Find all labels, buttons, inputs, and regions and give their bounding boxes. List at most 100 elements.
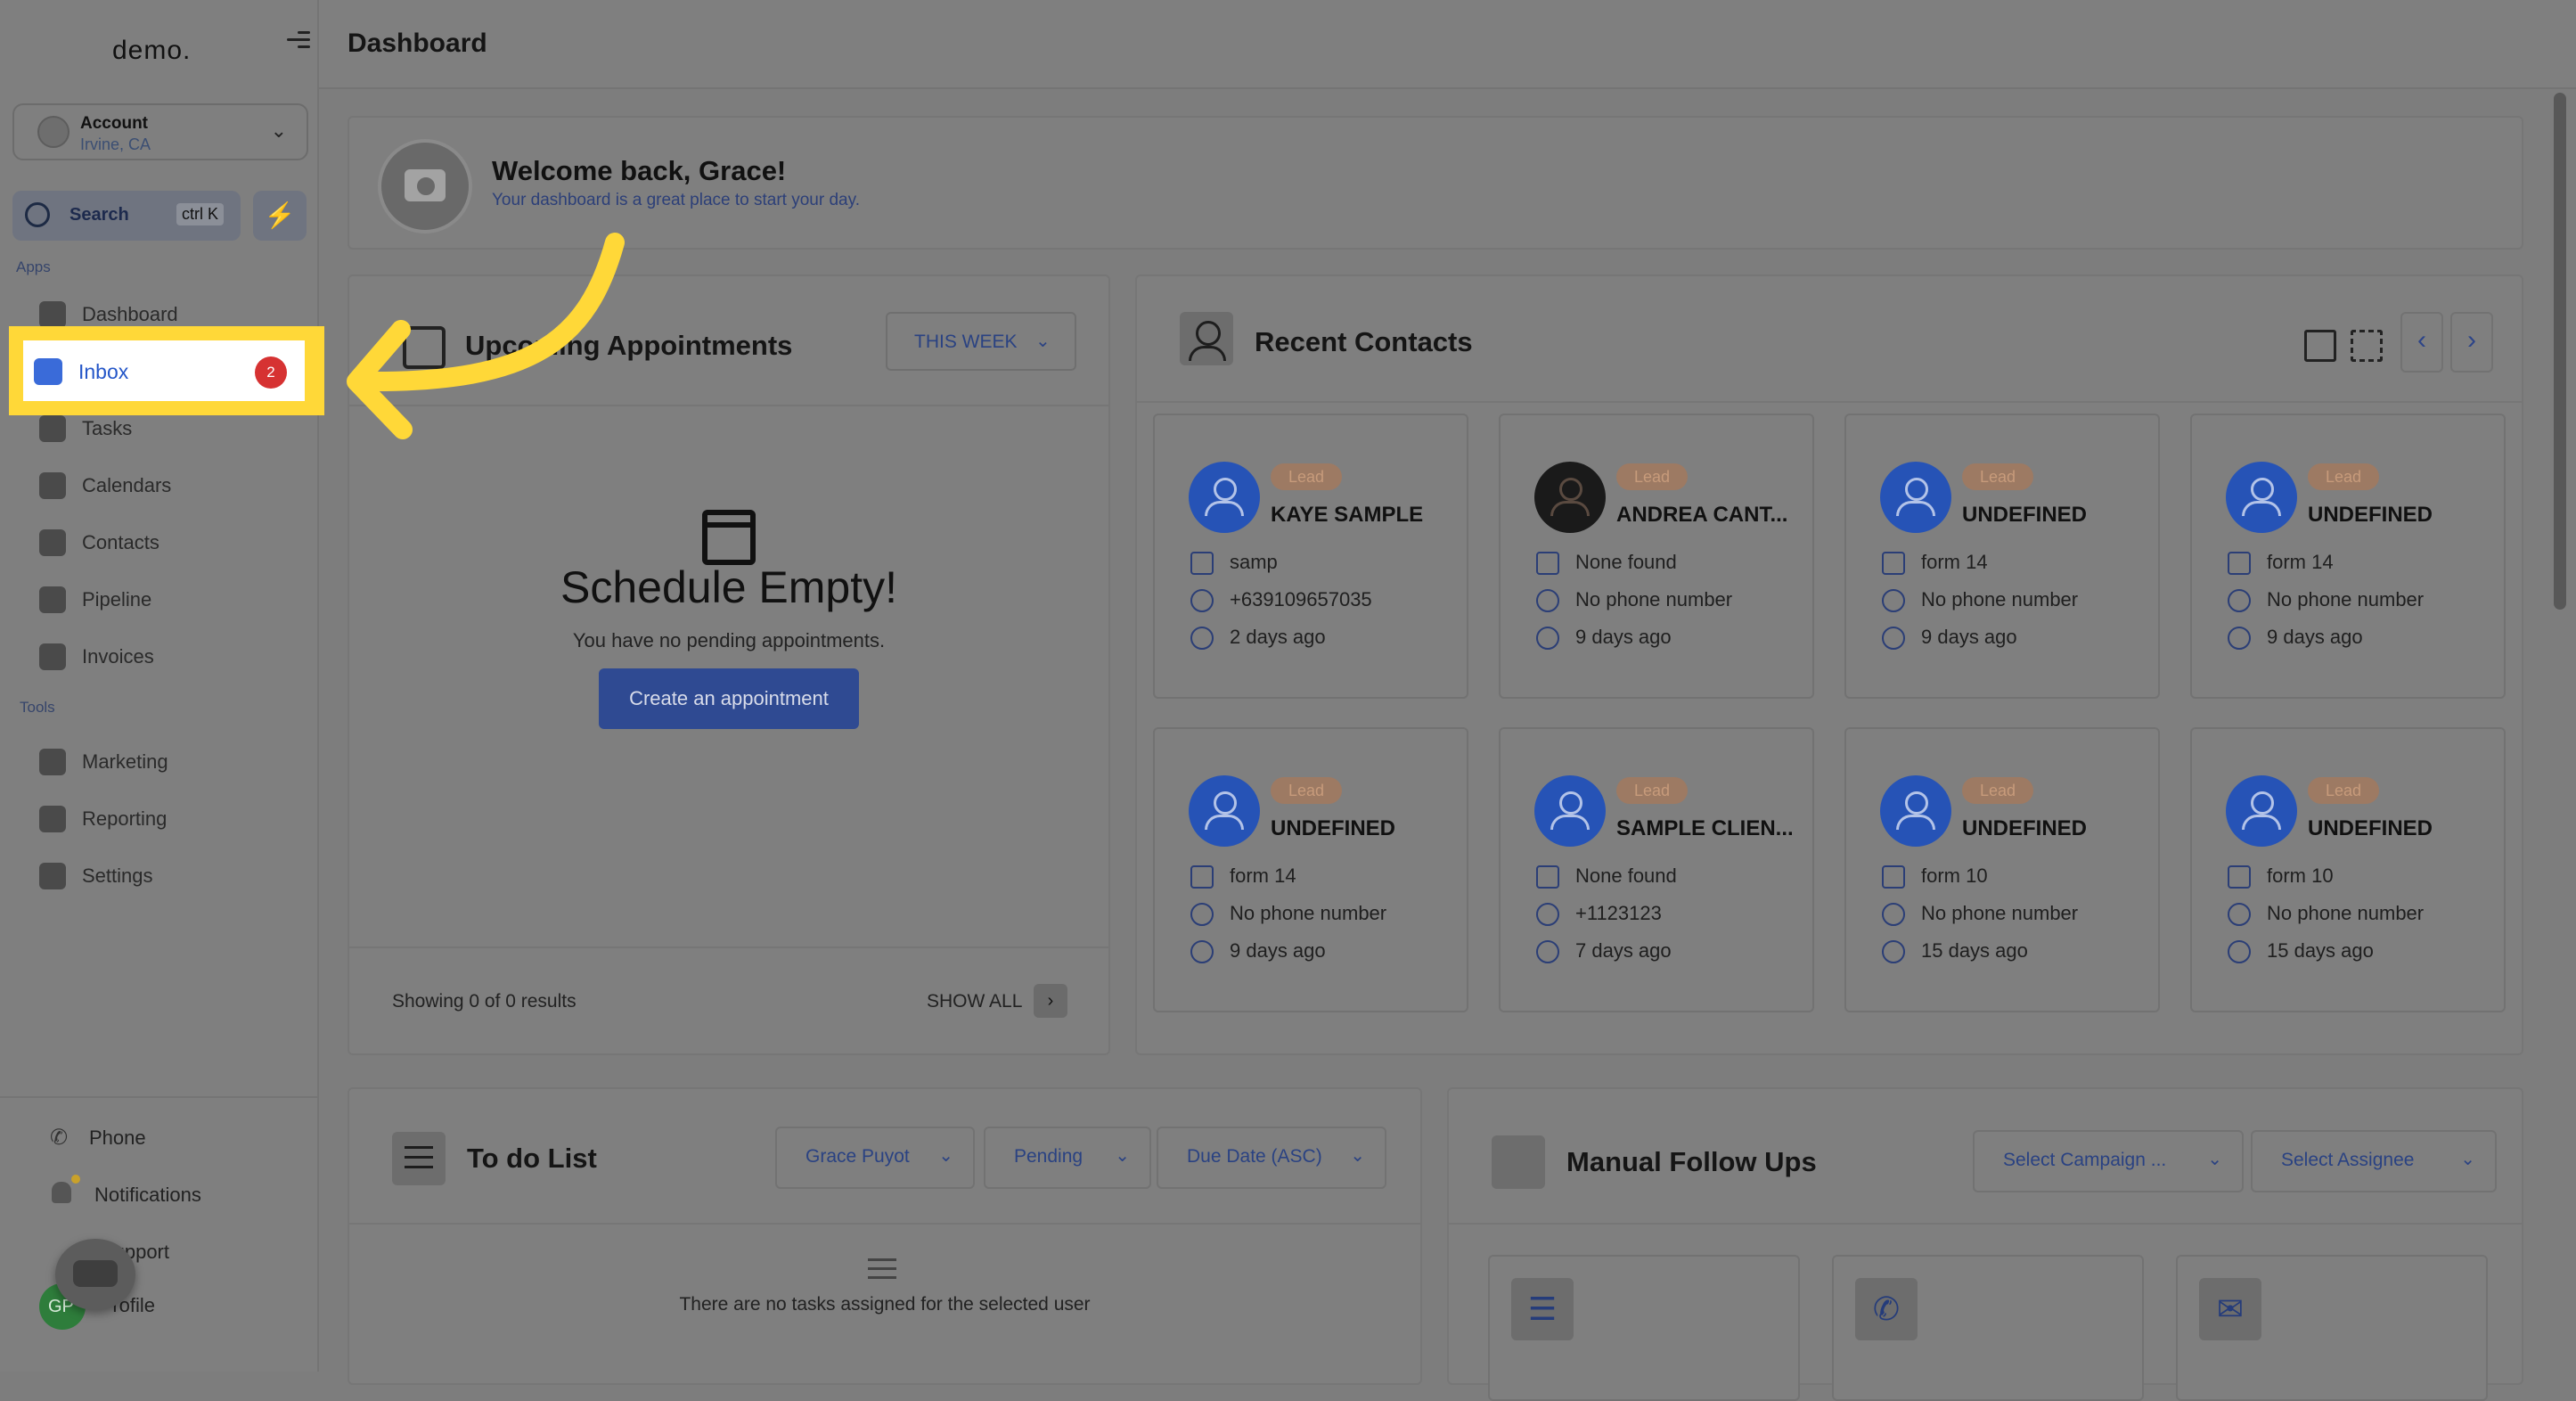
- assignee-filter-dropdown[interactable]: Grace Puyot ⌄: [775, 1127, 975, 1189]
- assignee-select[interactable]: Select Assignee ⌄: [2251, 1130, 2497, 1192]
- sidebar-item-pipeline[interactable]: Pipeline: [39, 581, 307, 617]
- contact-company-row: form 14: [1190, 864, 1296, 889]
- sidebar-item-tasks[interactable]: Tasks: [39, 410, 307, 446]
- contact-phone-row: No phone number: [1882, 588, 2079, 613]
- follow-up-calls-tile[interactable]: ✆: [1832, 1255, 2144, 1401]
- clock-icon: [1536, 940, 1559, 964]
- contact-company: None found: [1575, 864, 1677, 887]
- lead-badge: Lead: [1962, 777, 2033, 804]
- contact-card[interactable]: Lead UNDEFINED form 10 No phone number 15 da…: [2190, 727, 2506, 1012]
- contact-company-row: form 14: [2228, 551, 2334, 576]
- search-button[interactable]: Search ctrl K: [12, 191, 241, 241]
- contact-time-row: 7 days ago: [1536, 939, 1672, 964]
- account-switcher[interactable]: Account Irvine, CA ⌄: [12, 103, 308, 160]
- create-appointment-button[interactable]: Create an appointment: [599, 668, 859, 729]
- todo-card: To do List Grace Puyot ⌄ Pending ⌄ Due Dat…: [348, 1087, 1422, 1385]
- quick-actions-button[interactable]: ⚡: [253, 191, 307, 241]
- status-filter-dropdown[interactable]: Pending ⌄: [984, 1127, 1151, 1189]
- show-all-link[interactable]: SHOW ALL: [927, 991, 1022, 1012]
- clock-icon: [1190, 940, 1214, 964]
- contact-time: 15 days ago: [2267, 939, 2374, 962]
- contact-card[interactable]: Lead UNDEFINED form 10 No phone number 15 da…: [1844, 727, 2160, 1012]
- sort-filter-dropdown[interactable]: Due Date (ASC) ⌄: [1157, 1127, 1386, 1189]
- checklist-icon: [392, 1132, 446, 1185]
- contact-phone-row: +639109657035: [1190, 588, 1372, 613]
- contact-time: 15 days ago: [1921, 939, 2028, 962]
- chat-widget-button[interactable]: [55, 1239, 135, 1310]
- sidebar-item-settings[interactable]: Settings: [39, 857, 307, 893]
- megaphone-icon: [39, 749, 66, 775]
- sidebar-item-label: Calendars: [82, 474, 172, 496]
- calendar-empty-icon: [702, 510, 756, 565]
- campaign-placeholder: Select Campaign ...: [2003, 1150, 2167, 1170]
- contact-avatar: [2226, 462, 2297, 533]
- sidebar-divider: [0, 1096, 317, 1098]
- phone-icon: [1882, 903, 1905, 927]
- sidebar-item-marketing[interactable]: Marketing: [39, 743, 307, 779]
- list-view-icon[interactable]: [2304, 330, 2336, 362]
- page-title: Dashboard: [348, 29, 487, 58]
- contact-phone: No phone number: [1921, 588, 2079, 610]
- building-icon: [1882, 865, 1905, 889]
- contact-card[interactable]: Lead UNDEFINED form 14 No phone number 9 day…: [2190, 414, 2506, 699]
- contact-company: form 14: [1230, 864, 1296, 887]
- todo-empty-message: There are no tasks assigned for the sele…: [679, 1294, 1091, 1315]
- sidebar-item-calendars[interactable]: Calendars: [39, 467, 307, 503]
- chevron-down-icon: ⌄: [1035, 332, 1051, 351]
- contact-name: UNDEFINED: [1962, 816, 2088, 840]
- contact-card[interactable]: Lead KAYE SAMPLE samp +639109657035 2 days a…: [1153, 414, 1468, 699]
- checklist-icon: ☰: [1511, 1278, 1574, 1340]
- welcome-subtitle: Your dashboard is a great place to start…: [492, 191, 860, 209]
- sidebar-item-reporting[interactable]: Reporting: [39, 800, 307, 836]
- follow-up-tasks-tile[interactable]: ☰: [1488, 1255, 1800, 1401]
- contact-card[interactable]: Lead UNDEFINED form 14 No phone number 9 day…: [1153, 727, 1468, 1012]
- chevron-down-icon: ⌄: [1115, 1146, 1130, 1166]
- chevron-right-icon[interactable]: ›: [1034, 984, 1067, 1018]
- camera-icon[interactable]: [378, 139, 472, 234]
- phone-icon: ✆: [1855, 1278, 1918, 1340]
- week-filter-dropdown[interactable]: THIS WEEK ⌄: [886, 312, 1076, 371]
- contact-name: KAYE SAMPLE: [1271, 503, 1424, 527]
- manual-follow-ups-card: Manual Follow Ups Select Campaign ... ⌄ S…: [1447, 1087, 2523, 1401]
- lightning-icon: ⚡: [264, 201, 296, 229]
- sidebar-item-contacts[interactable]: Contacts: [39, 524, 307, 560]
- message-icon: ✉: [2199, 1278, 2261, 1340]
- prev-page-button[interactable]: ‹: [2400, 312, 2443, 373]
- logo: demo.: [112, 36, 192, 65]
- sidebar-item-invoices[interactable]: Invoices: [39, 638, 307, 674]
- todo-title: To do List: [467, 1143, 597, 1174]
- lead-badge: Lead: [1616, 463, 1688, 490]
- contact-name: UNDEFINED: [2308, 816, 2433, 840]
- contact-name: ANDREA CANT...: [1616, 503, 1788, 527]
- next-page-button[interactable]: ›: [2450, 312, 2493, 373]
- lead-badge: Lead: [1271, 463, 1342, 490]
- campaign-select[interactable]: Select Campaign ... ⌄: [1973, 1130, 2244, 1192]
- divider: [349, 1223, 1420, 1225]
- sidebar-item-inbox[interactable]: Inbox 2: [23, 340, 305, 401]
- contact-avatar: [1880, 462, 1951, 533]
- contact-card[interactable]: Lead ANDREA CANT... None found No phone num…: [1499, 414, 1814, 699]
- sidebar-item-phone[interactable]: Phone: [89, 1127, 146, 1150]
- contact-card[interactable]: Lead UNDEFINED form 14 No phone number 9 day…: [1844, 414, 2160, 699]
- divider: [349, 946, 1108, 948]
- sidebar-item-label: Pipeline: [82, 588, 152, 610]
- contact-card[interactable]: Lead SAMPLE CLIEN... None found +1123123 7 d…: [1499, 727, 1814, 1012]
- contact-company-row: None found: [1536, 864, 1677, 889]
- contact-company-row: form 10: [1882, 864, 1988, 889]
- lead-badge: Lead: [2308, 463, 2379, 490]
- scrollbar[interactable]: [2554, 93, 2566, 610]
- chevron-down-icon: ⌄: [270, 119, 287, 142]
- contact-avatar: [1880, 775, 1951, 847]
- collapse-menu-icon[interactable]: [287, 27, 310, 50]
- contact-time-row: 9 days ago: [1190, 939, 1326, 964]
- tasks-icon: [39, 415, 66, 442]
- contact-avatar: [1189, 775, 1260, 847]
- contacts-icon: [39, 529, 66, 556]
- follow-up-messages-tile[interactable]: ✉: [2176, 1255, 2488, 1401]
- grid-view-icon[interactable]: [2351, 330, 2383, 362]
- gear-icon: [39, 863, 66, 889]
- sidebar-item-notifications[interactable]: Notifications: [94, 1184, 201, 1207]
- contact-phone: No phone number: [2267, 588, 2425, 610]
- recent-contacts-title: Recent Contacts: [1255, 326, 1473, 357]
- clock-icon: [1882, 940, 1905, 964]
